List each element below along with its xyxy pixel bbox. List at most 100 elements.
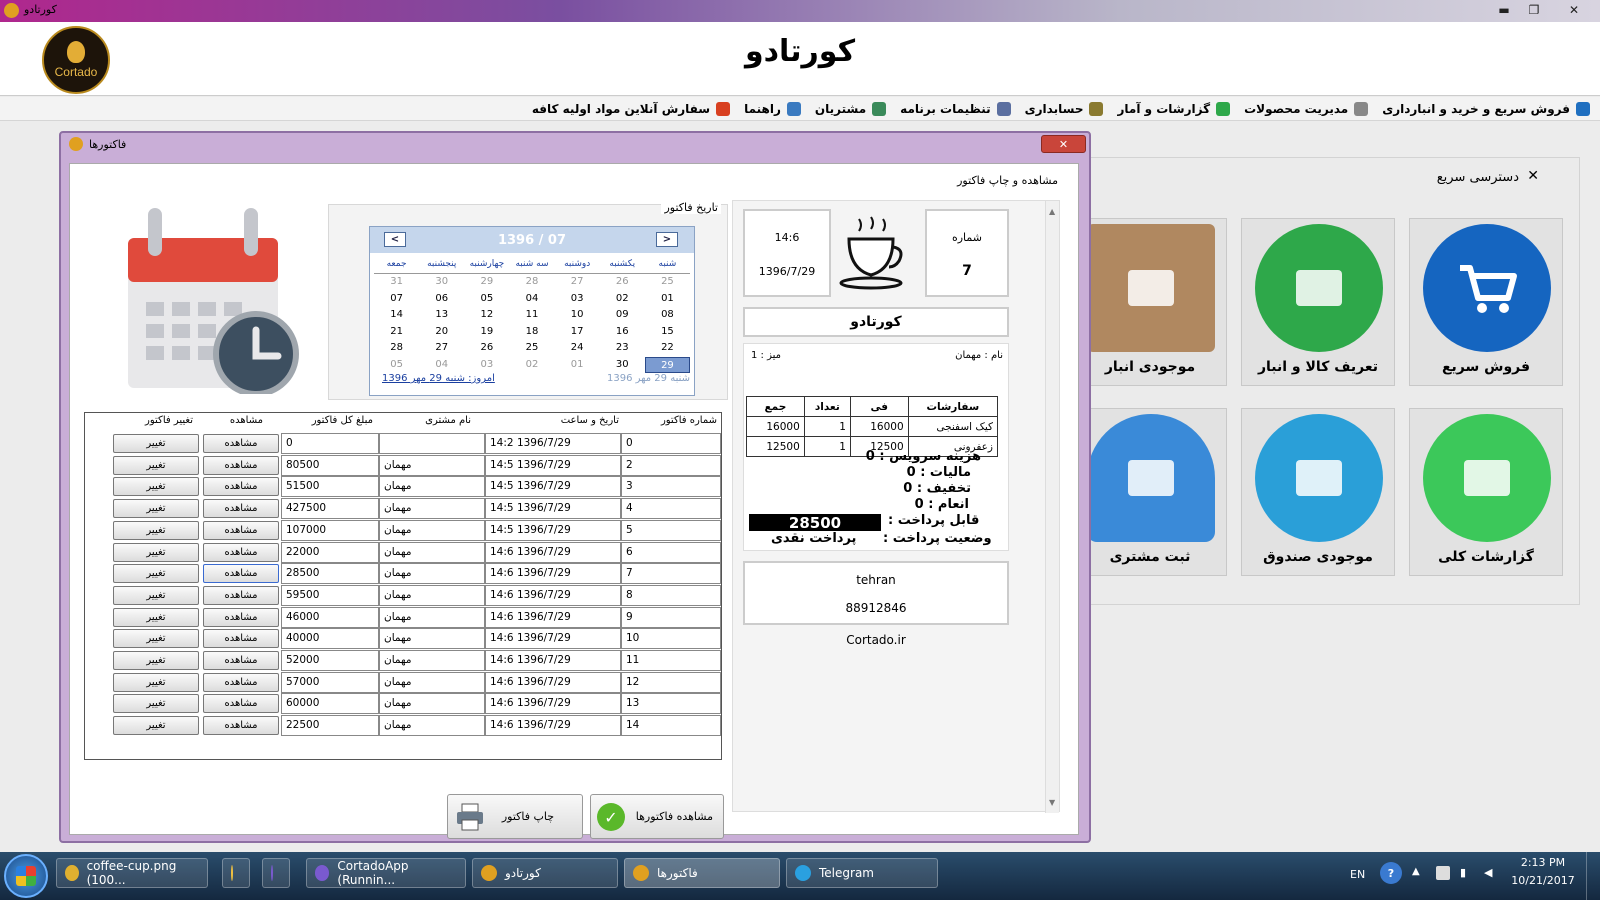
calendar-day[interactable]: 25 <box>645 274 690 291</box>
calendar-day[interactable]: 25 <box>509 340 554 357</box>
clock-time[interactable]: 2:13 PM <box>1510 856 1576 869</box>
edit-invoice-button[interactable]: تغییر <box>113 607 199 627</box>
maximize-button[interactable]: ❐ <box>1520 1 1548 19</box>
calendar-day[interactable]: 28 <box>374 340 419 357</box>
edit-invoice-button[interactable]: تغییر <box>113 564 199 584</box>
calendar-day[interactable]: 03 <box>555 291 600 308</box>
view-invoice-button[interactable]: مشاهده <box>203 672 279 692</box>
tile-define-goods[interactable]: تعریف کالا و انبار <box>1241 218 1395 386</box>
calendar-day[interactable]: 22 <box>645 340 690 357</box>
view-invoices-button[interactable]: ✓ مشاهده فاکتورها <box>590 794 724 839</box>
menu-item-5[interactable]: مشتریان <box>815 101 887 116</box>
calendar-day[interactable]: 28 <box>509 274 554 291</box>
calendar-day[interactable]: 03 <box>464 357 509 374</box>
calendar-day[interactable]: 06 <box>419 291 464 308</box>
calendar-day[interactable]: 12 <box>464 307 509 324</box>
calendar-day[interactable]: 27 <box>419 340 464 357</box>
calendar-day[interactable]: 02 <box>600 291 645 308</box>
calendar-day[interactable]: 30 <box>419 274 464 291</box>
view-invoice-button[interactable]: مشاهده <box>203 607 279 627</box>
task-explorer[interactable] <box>222 858 250 888</box>
menu-item-7[interactable]: سفارش آنلاین مواد اولیه کافه <box>532 101 731 116</box>
task-cortadoapp[interactable]: CortadoApp (Runnin... <box>306 858 466 888</box>
tray-flag-icon[interactable] <box>1436 866 1450 880</box>
edit-invoice-button[interactable]: تغییر <box>113 520 199 540</box>
edit-invoice-button[interactable]: تغییر <box>113 694 199 714</box>
menu-item-1[interactable]: مدیریت محصولات <box>1244 101 1369 116</box>
tile-reports[interactable]: گزارشات کلی <box>1409 408 1563 576</box>
calendar-day[interactable]: 26 <box>464 340 509 357</box>
tile-cash-box[interactable]: موجودی صندوق <box>1241 408 1395 576</box>
task-telegram[interactable]: Telegram <box>786 858 938 888</box>
calendar-day[interactable]: 01 <box>645 291 690 308</box>
print-invoice-button[interactable]: چاپ فاکتور <box>447 794 583 839</box>
show-desktop-button[interactable] <box>1586 852 1600 900</box>
edit-invoice-button[interactable]: تغییر <box>113 716 199 736</box>
edit-invoice-button[interactable]: تغییر <box>113 477 199 497</box>
task-chrome[interactable]: coffee-cup.png (100... <box>56 858 208 888</box>
view-invoice-button[interactable]: مشاهده <box>203 477 279 497</box>
view-invoice-button[interactable]: مشاهده <box>203 520 279 540</box>
edit-invoice-button[interactable]: تغییر <box>113 672 199 692</box>
menu-item-4[interactable]: تنظیمات برنامه <box>900 101 1011 116</box>
clock-date[interactable]: 10/21/2017 <box>1510 874 1576 887</box>
task-vs[interactable] <box>262 858 290 888</box>
calendar-day[interactable]: 13 <box>419 307 464 324</box>
quick-access-close-icon[interactable]: ✕ <box>1527 168 1539 184</box>
calendar-day[interactable]: 09 <box>600 307 645 324</box>
view-invoice-button[interactable]: مشاهده <box>203 629 279 649</box>
calendar-day[interactable]: 30 <box>600 357 645 374</box>
calendar-day[interactable]: 08 <box>645 307 690 324</box>
edit-invoice-button[interactable]: تغییر <box>113 585 199 605</box>
view-invoice-button[interactable]: مشاهده <box>203 434 279 453</box>
calendar-day[interactable]: 14 <box>374 307 419 324</box>
edit-invoice-button[interactable]: تغییر <box>113 651 199 670</box>
view-invoice-button[interactable]: مشاهده <box>203 694 279 714</box>
calendar-day[interactable]: 20 <box>419 324 464 341</box>
calendar-day[interactable]: 24 <box>555 340 600 357</box>
edit-invoice-button[interactable]: تغییر <box>113 542 199 562</box>
calendar-day[interactable]: 04 <box>509 291 554 308</box>
minimize-button[interactable]: ▬ <box>1490 1 1518 19</box>
view-invoice-button[interactable]: مشاهده <box>203 455 279 475</box>
edit-invoice-button[interactable]: تغییر <box>113 455 199 475</box>
menu-item-3[interactable]: حسابداری <box>1025 101 1104 116</box>
menu-item-6[interactable]: راهنما <box>744 101 801 116</box>
task-cortado[interactable]: کورتادو <box>472 858 618 888</box>
calendar-next-button[interactable]: > <box>656 232 678 247</box>
calendar-day[interactable]: 11 <box>509 307 554 324</box>
view-invoice-button[interactable]: مشاهده <box>203 499 279 519</box>
tray-expand-icon[interactable]: ▲ <box>1412 866 1420 877</box>
calendar-day[interactable]: 23 <box>600 340 645 357</box>
help-icon[interactable]: ? <box>1380 862 1402 884</box>
edit-invoice-button[interactable]: تغییر <box>113 499 199 519</box>
calendar-day[interactable]: 31 <box>374 274 419 291</box>
calendar-day[interactable]: 19 <box>464 324 509 341</box>
calendar-day[interactable]: 16 <box>600 324 645 341</box>
calendar-day[interactable]: 02 <box>509 357 554 374</box>
scroll-down-icon[interactable]: ▼ <box>1049 798 1055 807</box>
calendar-day[interactable]: 18 <box>509 324 554 341</box>
menu-item-2[interactable]: گزارشات و آمار <box>1117 101 1231 116</box>
network-icon[interactable]: ▮ <box>1460 866 1466 879</box>
close-button[interactable]: ✕ <box>1552 1 1596 19</box>
calendar-day[interactable]: 29 <box>644 356 690 373</box>
scroll-up-icon[interactable]: ▲ <box>1049 207 1055 216</box>
edit-invoice-button[interactable]: تغییر <box>113 629 199 649</box>
calendar-day[interactable]: 27 <box>555 274 600 291</box>
invoices-close-button[interactable]: ✕ <box>1041 135 1086 153</box>
view-invoice-button[interactable]: مشاهده <box>203 651 279 670</box>
tile-quick-sale[interactable]: فروش سریع <box>1409 218 1563 386</box>
calendar-day[interactable]: 21 <box>374 324 419 341</box>
task-invoices[interactable]: فاکتورها <box>624 858 780 888</box>
calendar-day[interactable]: 05 <box>374 357 419 374</box>
calendar-day[interactable]: 10 <box>555 307 600 324</box>
language-indicator[interactable]: EN <box>1350 868 1365 881</box>
calendar-today-link[interactable]: امروز: شنبه 29 مهر 1396 <box>382 373 495 384</box>
date-picker-calendar[interactable]: < 1396 / 07 > شنبه یکشنبه دوشنبه سه شنبه چها… <box>369 226 695 396</box>
calendar-prev-button[interactable]: < <box>384 232 406 247</box>
tile-stock[interactable]: موجودی انبار <box>1073 218 1227 386</box>
calendar-day[interactable]: 17 <box>555 324 600 341</box>
calendar-day[interactable]: 01 <box>555 357 600 374</box>
receipt-scrollbar[interactable]: ▲ ▼ <box>1045 201 1059 813</box>
